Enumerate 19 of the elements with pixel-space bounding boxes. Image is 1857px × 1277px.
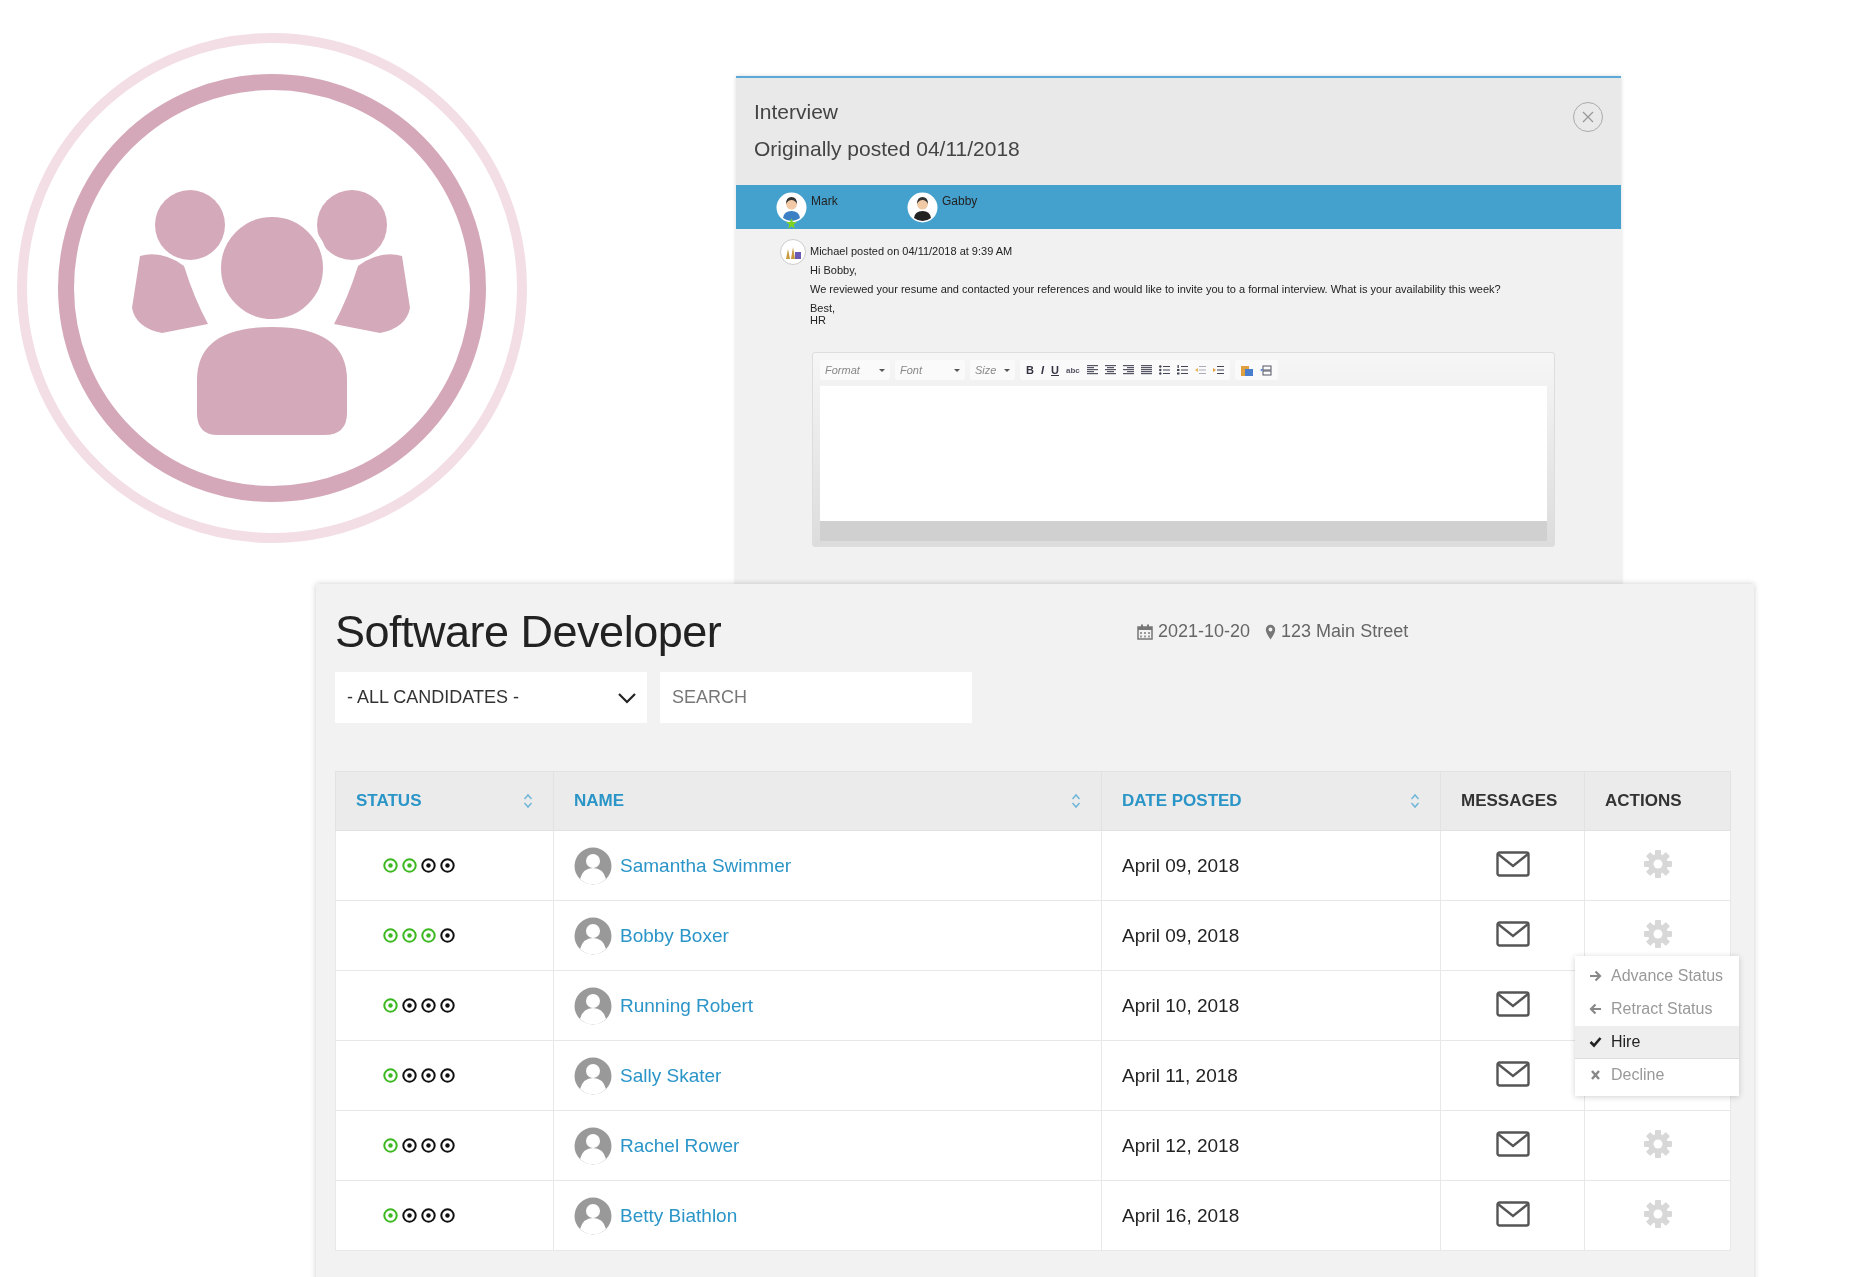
job-location: 123 Main Street: [1281, 621, 1409, 642]
panel-title: Interview: [754, 100, 839, 124]
column-header: MESSAGES: [1440, 771, 1585, 831]
job-title: Software Developer: [335, 605, 723, 658]
posted-date: Originally posted 04/11/2018: [754, 137, 1020, 161]
date-posted: April 12, 2018: [1122, 1134, 1240, 1156]
message-text: HR: [810, 314, 827, 326]
date-posted: April 09, 2018: [1122, 854, 1240, 876]
message-text: Hi Bobby,: [810, 264, 858, 276]
date-posted: April 11, 2018: [1122, 1064, 1238, 1086]
column-header: ACTIONS: [1584, 771, 1731, 831]
author-name: Michael: [810, 245, 848, 257]
date-posted: April 16, 2018: [1122, 1204, 1240, 1226]
message-text: We reviewed your resume and contacted your references and would like to invite you to a formal interview. What is your availability this week?: [810, 283, 1501, 295]
date-posted: April 09, 2018: [1122, 924, 1240, 946]
post-time: posted on 04/11/2018 at 9:39 AM: [850, 245, 1013, 257]
message-text: Best,: [810, 302, 837, 314]
date-posted: April 10, 2018: [1122, 994, 1240, 1016]
job-date: 2021-10-20: [1158, 621, 1251, 642]
